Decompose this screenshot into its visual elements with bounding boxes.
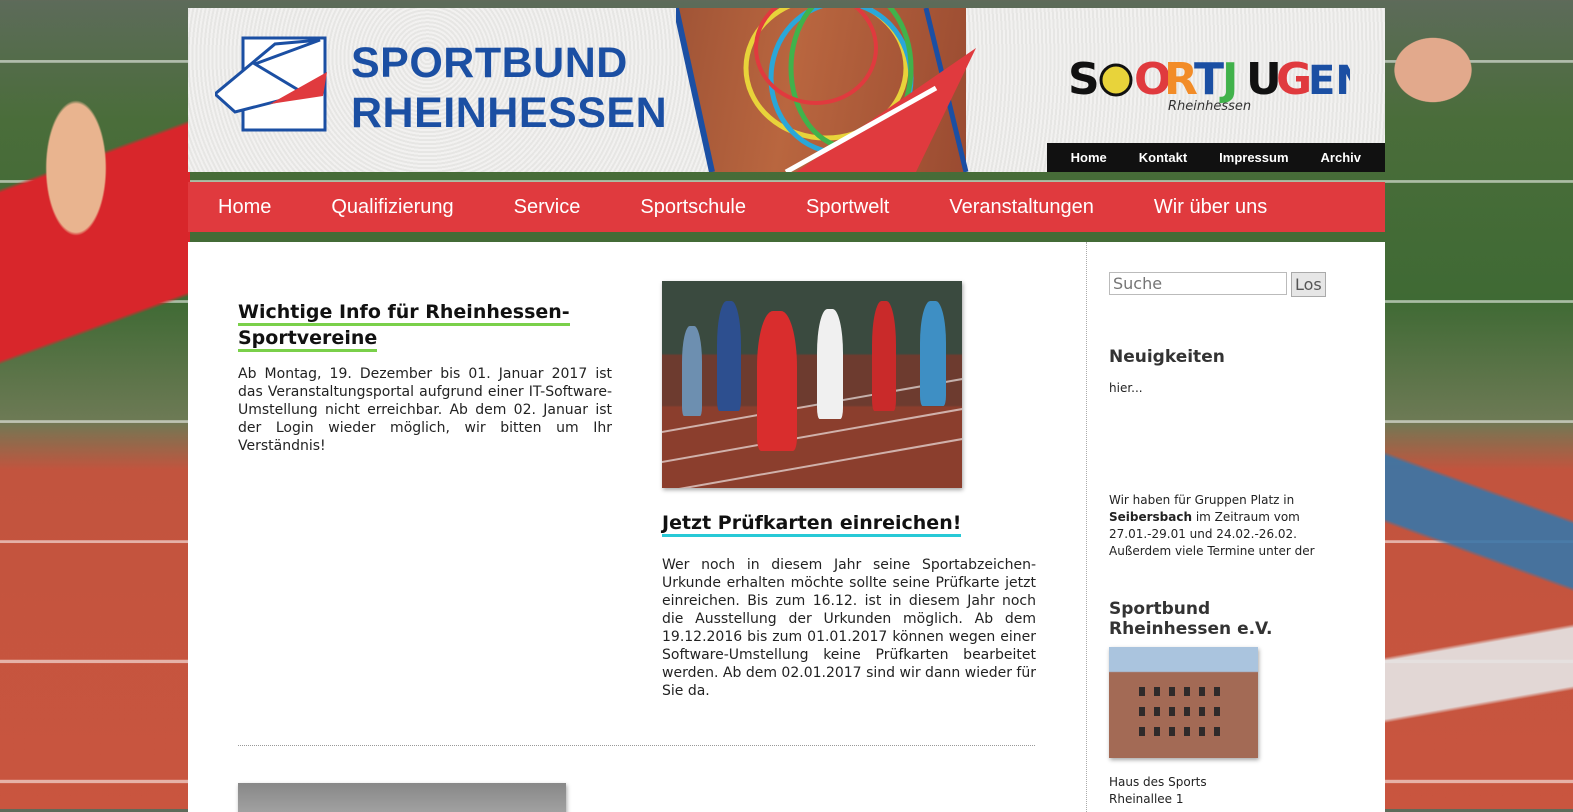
main-nav-sportschule[interactable]: Sportschule — [620, 196, 766, 219]
logo-line-1: SPORTBUND — [351, 39, 628, 87]
main-nav-veranstaltungen[interactable]: Veranstaltungen — [929, 196, 1114, 219]
top-nav-archiv[interactable]: Archiv — [1305, 150, 1377, 165]
sportjugend-subtitle: Rheinhessen — [1168, 99, 1252, 114]
post-2-runners-photo[interactable] — [662, 281, 962, 488]
top-nav-kontakt[interactable]: Kontakt — [1123, 150, 1203, 165]
background-athlete-left — [0, 60, 190, 420]
post-1-title[interactable]: Wichtige Info für Rheinhessen- Sportvere… — [238, 299, 612, 352]
background-athlete-arm — [1373, 20, 1493, 120]
post-2-text: Wer noch in diesem Jahr seine Sportabzei… — [662, 557, 1036, 699]
search-button[interactable]: Los — [1291, 272, 1326, 297]
promo-text: Wir haben für Gruppen Platz in Seibersba… — [1109, 493, 1315, 558]
svg-text:S: S — [1068, 54, 1100, 105]
main-nav: Home Qualifizierung Service Sportschule … — [188, 182, 1385, 232]
haus-des-sports-photo[interactable] — [1109, 647, 1258, 758]
top-nav: Home Kontakt Impressum Archiv — [1046, 143, 1385, 172]
site-header: SPORTBUND RHEINHESSEN S O R T J U G EN R… — [188, 8, 1385, 172]
org-heading: Sportbund Rheinhessen e.V. — [1109, 599, 1273, 639]
svg-text:J: J — [1219, 54, 1238, 105]
search-form: Los — [1109, 272, 1326, 297]
post-3-photo[interactable] — [238, 783, 566, 812]
top-nav-home[interactable]: Home — [1055, 150, 1123, 165]
sportbund-logo-icon[interactable] — [215, 34, 329, 134]
svg-text:G: G — [1276, 54, 1312, 105]
background-athlete-right — [1383, 430, 1573, 810]
page-wrapper: SPORTBUND RHEINHESSEN S O R T J U G EN R… — [188, 8, 1385, 812]
post-1: Wichtige Info für Rheinhessen- Sportvere… — [238, 299, 612, 455]
header-hoops-graphic — [676, 8, 976, 172]
news-heading: Neuigkeiten — [1109, 347, 1225, 367]
sportbund-logo-text[interactable]: SPORTBUND RHEINHESSEN — [351, 38, 667, 138]
address: Haus des Sports Rheinallee 1 — [1109, 775, 1207, 806]
search-input[interactable] — [1109, 272, 1287, 295]
main-nav-qualifizierung[interactable]: Qualifizierung — [311, 196, 473, 219]
svg-text:T: T — [1194, 54, 1224, 105]
promo-location[interactable]: Seibersbach — [1109, 510, 1192, 524]
main-nav-sportwelt[interactable]: Sportwelt — [786, 196, 909, 219]
main-nav-wir-ueber-uns[interactable]: Wir über uns — [1134, 196, 1287, 219]
news-text: hier... — [1109, 381, 1143, 395]
post-2-title[interactable]: Jetzt Prüfkarten einreichen! — [662, 510, 1036, 537]
post-2: Jetzt Prüfkarten einreichen! Wer noch in… — [662, 281, 1036, 700]
main-nav-home[interactable]: Home — [198, 196, 291, 219]
logo-line-2: RHEINHESSEN — [351, 89, 668, 137]
svg-text:R: R — [1164, 54, 1198, 105]
main-nav-service[interactable]: Service — [494, 196, 601, 219]
sidebar: Los Neuigkeiten hier... Wir haben für Gr… — [1086, 242, 1385, 812]
svg-text:EN: EN — [1308, 58, 1350, 104]
post-1-text: Ab Montag, 19. Dezember bis 01. Januar 2… — [238, 366, 612, 454]
content-area: Wichtige Info für Rheinhessen- Sportvere… — [188, 242, 1385, 812]
post-divider — [238, 745, 1035, 746]
top-nav-impressum[interactable]: Impressum — [1203, 150, 1304, 165]
